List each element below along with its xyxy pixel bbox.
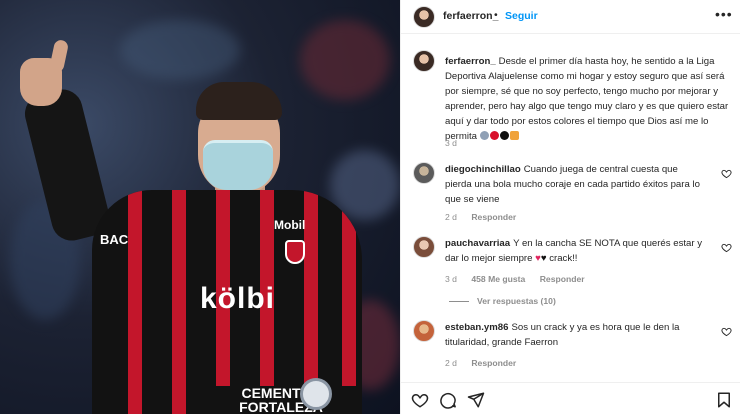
comment-body: pauchavarriaa Y en la cancha SE NOTA que … bbox=[445, 236, 707, 266]
black-circle-emoji bbox=[499, 131, 509, 140]
follow-button[interactable]: Seguir bbox=[505, 10, 538, 22]
comment-timestamp: 2 d bbox=[445, 358, 457, 368]
comment-body: diegochinchillao Cuando juega de central … bbox=[445, 162, 707, 207]
header-username[interactable]: ferfaerron_ bbox=[443, 10, 498, 22]
reply-button[interactable]: Responder bbox=[471, 358, 516, 368]
comment-username[interactable]: esteban.ym86 bbox=[445, 322, 508, 333]
comment-username[interactable]: pauchavarriaa bbox=[445, 238, 510, 249]
view-replies-label: Ver respuestas (10) bbox=[477, 296, 556, 306]
comment-text-end: crack!! bbox=[549, 253, 578, 264]
heart-icon[interactable] bbox=[411, 391, 429, 409]
background-blur bbox=[300, 20, 390, 100]
caption-text: Desde el primer día hasta hoy, he sentid… bbox=[445, 56, 729, 142]
sponsor-bac: BAC bbox=[100, 232, 129, 247]
face-mask bbox=[203, 140, 273, 190]
caption-timestamp: 3 d bbox=[445, 138, 457, 148]
heart-icon[interactable] bbox=[721, 242, 732, 253]
thumb bbox=[48, 38, 70, 74]
club-crest bbox=[285, 240, 305, 264]
replies-divider bbox=[449, 301, 469, 303]
view-replies-button[interactable]: Ver respuestas (10) bbox=[449, 296, 556, 306]
background-blur bbox=[120, 20, 240, 80]
player-hair bbox=[196, 82, 282, 120]
more-options-icon[interactable]: ••• bbox=[715, 6, 733, 22]
caption-meta: 3 d bbox=[445, 138, 469, 148]
reply-button[interactable]: Responder bbox=[471, 212, 516, 222]
comment-meta: 2 d Responder bbox=[445, 358, 528, 368]
sponsor-kolbi: kölbi bbox=[200, 282, 276, 315]
avatar[interactable] bbox=[413, 320, 435, 342]
share-icon[interactable] bbox=[467, 391, 485, 409]
heart-icon[interactable] bbox=[721, 326, 732, 337]
reply-button[interactable]: Responder bbox=[540, 274, 585, 284]
likes-count[interactable]: 458 Me gusta bbox=[471, 274, 525, 284]
lion-emoji bbox=[509, 131, 519, 140]
separator-dot: • bbox=[494, 9, 498, 21]
comment-timestamp: 3 d bbox=[445, 274, 457, 284]
water-bottle bbox=[300, 378, 332, 410]
sponsor-cementos: CEMENTOS FORTALEZA bbox=[200, 386, 362, 414]
comment-username[interactable]: diegochinchillao bbox=[445, 164, 521, 175]
post-caption: ferfaerron_ Desde el primer día hasta hoy… bbox=[445, 54, 735, 144]
heart-icon[interactable] bbox=[721, 168, 732, 179]
comment-icon[interactable] bbox=[439, 391, 457, 409]
avatar[interactable] bbox=[413, 236, 435, 258]
comment-timestamp: 2 d bbox=[445, 212, 457, 222]
sponsor-mobil: Mobil bbox=[274, 218, 306, 232]
avatar[interactable] bbox=[413, 162, 435, 184]
avatar[interactable] bbox=[413, 50, 435, 72]
bookmark-icon[interactable] bbox=[715, 391, 733, 409]
post-side-panel: ferfaerron_ • Seguir ••• ferfaerron_ Desd… bbox=[400, 0, 740, 414]
red-circle-emoji bbox=[489, 131, 499, 140]
comment-body: esteban.ym86 Sos un crack y ya es hora qu… bbox=[445, 320, 707, 350]
black-heart-emoji: ♥ bbox=[540, 253, 547, 264]
post-header: ferfaerron_ • Seguir ••• bbox=[401, 0, 740, 34]
action-bar bbox=[401, 382, 740, 414]
post-photo[interactable]: BAC Mobil kölbi CEMENTOS FORTALEZA bbox=[0, 0, 400, 414]
caption-username[interactable]: ferfaerron_ bbox=[445, 56, 496, 67]
comment-meta: 3 d 458 Me gusta Responder bbox=[445, 274, 597, 284]
comment-meta: 2 d Responder bbox=[445, 212, 528, 222]
praying-hands-emoji bbox=[479, 131, 489, 140]
avatar[interactable] bbox=[413, 6, 435, 28]
